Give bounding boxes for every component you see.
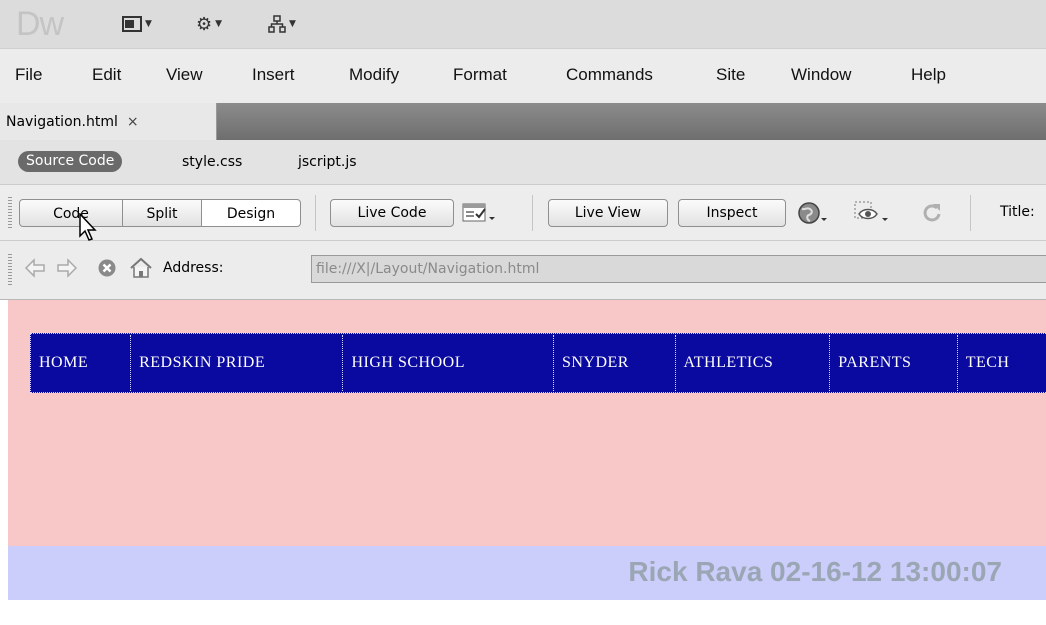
menu-file[interactable]: File	[15, 65, 42, 85]
globe-icon	[798, 202, 827, 224]
site-navigation-bar: HOME REDSKIN PRIDE HIGH SCHOOL SNYDER AT…	[30, 333, 1046, 393]
menu-modify[interactable]: Modify	[349, 65, 399, 85]
design-view-button[interactable]: Design	[201, 199, 301, 227]
document-tab-bar: Navigation.html ×	[0, 103, 1046, 140]
related-file-style-css[interactable]: style.css	[182, 153, 242, 171]
forward-arrow-icon[interactable]	[56, 258, 78, 278]
live-code-button[interactable]: Live Code	[330, 199, 454, 227]
toolbar-separator	[315, 195, 316, 231]
menu-bar: File Edit View Insert Modify Format Comm…	[0, 48, 1046, 104]
toolbar-separator	[970, 195, 971, 231]
gear-icon: ⚙	[196, 13, 213, 35]
chevron-down-icon: ▼	[145, 19, 152, 29]
chevron-down-icon: ▼	[289, 19, 296, 29]
visual-aids-eye-icon	[854, 201, 888, 221]
nav-link-tech[interactable]: TECH	[958, 335, 1046, 391]
nav-link-athletics[interactable]: ATHLETICS	[676, 335, 831, 391]
nav-link-home[interactable]: HOME	[31, 335, 132, 391]
address-input[interactable]: file:///X|/Layout/Navigation.html	[311, 255, 1046, 283]
extend-dreamweaver-button[interactable]: ⚙ ▼	[196, 13, 222, 35]
layout-icon	[122, 16, 142, 32]
mouse-cursor-icon	[79, 213, 97, 241]
stop-icon[interactable]	[97, 258, 117, 278]
related-file-jscript-js[interactable]: jscript.js	[298, 153, 357, 171]
title-label: Title:	[1000, 204, 1035, 220]
application-title-bar: Dw ▼ ⚙ ▼ ▼	[0, 0, 1046, 48]
chevron-down-icon: ▼	[215, 19, 223, 29]
back-arrow-icon[interactable]	[24, 258, 46, 278]
source-code-button[interactable]: Source Code	[18, 151, 123, 172]
visual-aids-button[interactable]	[853, 200, 893, 226]
site-button[interactable]: ▼	[268, 13, 296, 35]
address-label: Address:	[163, 260, 224, 276]
menu-window[interactable]: Window	[791, 65, 851, 85]
home-icon[interactable]	[129, 257, 153, 279]
menu-edit[interactable]: Edit	[92, 65, 121, 85]
code-view-button[interactable]: Code	[19, 199, 123, 227]
close-icon[interactable]: ×	[127, 114, 139, 130]
split-view-button[interactable]: Split	[122, 199, 202, 227]
related-files-bar: Source Code style.css jscript.js	[0, 140, 1046, 185]
refresh-icon	[923, 204, 941, 222]
document-toolbar: Code Split Design Live Code Live View In…	[0, 185, 1046, 241]
multiscreen-button[interactable]	[462, 200, 498, 226]
menu-view[interactable]: View	[166, 65, 203, 85]
footer-author-timestamp: Rick Rava 02-16-12 13:00:07	[628, 556, 1002, 587]
dreamweaver-logo: Dw	[16, 5, 64, 43]
refresh-button[interactable]	[920, 200, 944, 226]
live-view-button[interactable]: Live View	[548, 199, 668, 227]
toolbar-grip[interactable]	[8, 197, 12, 229]
toolbar-grip[interactable]	[8, 254, 12, 286]
layout-switcher-button[interactable]: ▼	[122, 13, 152, 35]
site-tree-icon	[268, 15, 286, 33]
nav-link-snyder[interactable]: SNYDER	[554, 335, 676, 391]
menu-format[interactable]: Format	[453, 65, 507, 85]
page-footer: Rick Rava 02-16-12 13:00:07	[8, 546, 1046, 600]
document-tab[interactable]: Navigation.html ×	[0, 103, 217, 140]
menu-commands[interactable]: Commands	[566, 65, 653, 85]
menu-site[interactable]: Site	[716, 65, 745, 85]
document-tab-label: Navigation.html	[6, 113, 118, 130]
inspect-button[interactable]: Inspect	[678, 199, 786, 227]
menu-insert[interactable]: Insert	[252, 65, 295, 85]
multiscreen-icon	[462, 203, 495, 222]
design-view-canvas: HOME REDSKIN PRIDE HIGH SCHOOL SNYDER AT…	[0, 300, 1046, 625]
nav-link-high-school[interactable]: HIGH SCHOOL	[343, 335, 554, 391]
toolbar-separator	[532, 195, 533, 231]
browser-navigation-toolbar: Address: file:///X|/Layout/Navigation.ht…	[0, 241, 1046, 300]
nav-link-parents[interactable]: PARENTS	[830, 335, 958, 391]
menu-help[interactable]: Help	[911, 65, 946, 85]
nav-link-redskin-pride[interactable]: REDSKIN PRIDE	[131, 335, 344, 391]
preview-in-browser-button[interactable]	[796, 200, 832, 226]
